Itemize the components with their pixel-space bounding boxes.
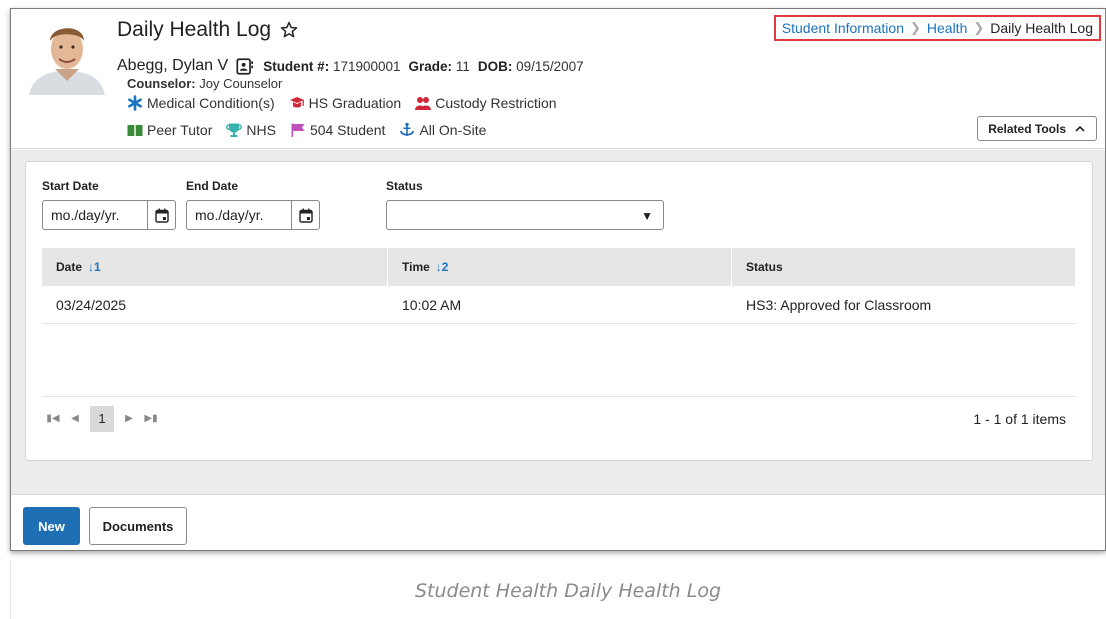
end-date-input[interactable]: mo./day/yr. [186,200,320,230]
flag-peer-tutor[interactable]: Peer Tutor [127,122,212,138]
counselor: Counselor: Joy Counselor [127,76,282,91]
sort-indicator: ↓2 [435,260,449,274]
student-number-value: 171900001 [332,58,401,74]
table-row[interactable]: 03/24/2025 10:02 AM HS3: Approved for Cl… [42,286,1076,324]
star-icon[interactable] [279,20,299,40]
app-window: Daily Health Log Student Information ❯ H… [10,8,1106,551]
column-label: Time [402,260,430,274]
grid-pager: ▮◀ ◀ 1 ▶ ▶▮ 1 - 1 of 1 items [42,396,1076,440]
start-date-input[interactable]: mo./day/yr. [42,200,176,230]
breadcrumb-student-information[interactable]: Student Information [782,20,904,36]
flag-label: All On-Site [419,122,487,138]
last-page-icon[interactable]: ▶▮ [140,406,162,432]
student-header: Daily Health Log Student Information ❯ H… [11,9,1105,149]
student-summary: Abegg, Dylan V Student #: 171900001 Grad… [117,57,584,75]
counselor-label: Counselor: [127,76,196,91]
student-flags-row-2: Peer Tutor NHS 504 Student All On-Site [127,122,486,138]
counselor-name: Joy Counselor [199,76,283,91]
calendar-icon[interactable] [291,201,319,229]
start-date-placeholder: mo./day/yr. [51,207,120,223]
new-button[interactable]: New [23,507,80,545]
previous-page-icon[interactable]: ◀ [64,406,86,432]
grade-value: 11 [455,58,470,74]
flag-nhs[interactable]: NHS [226,122,276,138]
figure-caption: Student Health Daily Health Log [414,580,722,602]
flag-504-student[interactable]: 504 Student [290,122,386,138]
action-bar: New Documents [11,494,1105,550]
column-header-status[interactable]: Status [732,248,1076,286]
dob-value: 09/15/2007 [516,58,584,74]
student-number: Student #: 171900001 [263,59,400,74]
first-page-icon[interactable]: ▮◀ [42,406,64,432]
graduation-cap-icon [289,97,304,108]
status-select[interactable]: ▼ [386,200,664,230]
grade-label: Grade: [408,58,453,74]
related-tools-label: Related Tools [988,121,1066,136]
chevron-right-icon: ❯ [973,20,985,35]
flag-icon [291,123,305,137]
breadcrumb-current: Daily Health Log [990,20,1093,36]
flag-custody-restriction[interactable]: Custody Restriction [415,95,557,111]
calendar-icon[interactable] [147,201,175,229]
book-icon [127,125,143,136]
chevron-right-icon: ❯ [909,20,921,35]
sort-indicator: ↓1 [88,260,101,274]
caret-down-icon: ▼ [641,209,653,223]
end-date-label: End Date [186,179,239,193]
pager-info: 1 - 1 of 1 items [973,410,1066,427]
dob-label: DOB: [477,58,513,74]
page-title-text: Daily Health Log [117,18,272,41]
flag-label: Peer Tutor [147,122,213,138]
column-label: Status [746,260,783,274]
page-number-current[interactable]: 1 [90,405,114,432]
breadcrumb-health[interactable]: Health [927,20,967,36]
flag-medical-condition[interactable]: Medical Condition(s) [127,95,275,111]
column-header-time[interactable]: Time ↓2 [388,248,732,286]
trophy-icon [226,123,243,137]
breadcrumb: Student Information ❯ Health ❯ Daily Hea… [773,15,1101,41]
people-icon [415,97,432,110]
content-area: Start Date mo./day/yr. End Date mo./day/… [11,150,1105,494]
student-grade: Grade: 11 [409,59,470,74]
start-date-label: Start Date [42,179,99,193]
flag-label: Medical Condition(s) [147,95,275,111]
student-dob: DOB: 09/15/2007 [478,59,584,74]
page-title: Daily Health Log [117,18,299,42]
daily-health-log-panel: Start Date mo./day/yr. End Date mo./day/… [25,161,1093,461]
cell-time: 10:02 AM [402,296,462,313]
student-flags-row-1: Medical Condition(s) HS Graduation Custo… [127,95,557,111]
grid-header: Date ↓1 Time ↓2 Status [42,248,1076,286]
flag-all-on-site[interactable]: All On-Site [399,122,486,138]
student-photo [25,15,109,95]
anchor-icon [400,122,415,136]
status-label: Status [386,179,423,193]
flag-label: 504 Student [309,122,386,138]
related-tools-button[interactable]: Related Tools [977,116,1097,141]
documents-button[interactable]: Documents [89,507,187,545]
next-page-icon[interactable]: ▶ [118,406,140,432]
end-date-placeholder: mo./day/yr. [195,207,264,223]
flag-hs-graduation[interactable]: HS Graduation [289,95,402,111]
asterisk-icon [128,95,142,111]
id-card-icon[interactable] [236,57,254,75]
column-label: Date [56,260,83,274]
cell-date: 03/24/2025 [56,296,127,313]
chevron-up-icon [1075,125,1085,132]
cell-status: HS3: Approved for Classroom [746,296,932,313]
student-name: Abegg, Dylan V [117,57,229,74]
flag-label: NHS [246,122,276,138]
student-number-label: Student #: [263,58,330,74]
flag-label: HS Graduation [308,95,402,111]
flag-label: Custody Restriction [435,95,557,111]
column-header-date[interactable]: Date ↓1 [42,248,388,286]
